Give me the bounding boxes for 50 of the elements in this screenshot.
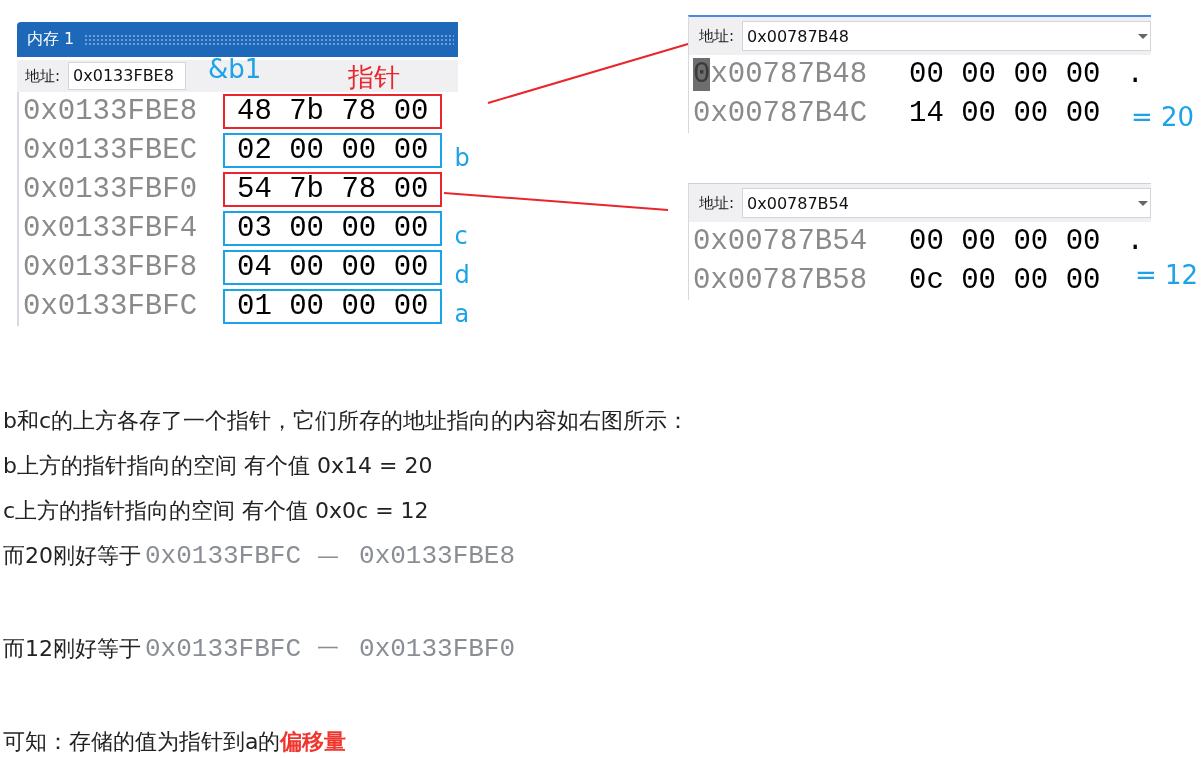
memory-bytes: 00 00 00 00 [909,225,1101,258]
variable-label: c [454,221,468,250]
address-label: 地址: [25,66,61,86]
memory-address: 0x0133FBE8 [23,95,199,128]
dropdown-caret-icon[interactable] [1138,200,1148,206]
memory-bytes: 03 00 00 00 [223,211,443,246]
memory-address: 0x0133FBF0 [23,173,199,206]
variable-label: d [454,260,470,289]
address-field[interactable]: 0x00787B54 [742,188,1151,218]
code-address: 0x0133FBE8 [359,540,516,571]
paragraph-text: b上方的指针指向的空间 有个值 0x14 = 20 [3,451,433,480]
variable-label: a [454,299,470,328]
paragraph-text: 而20刚好等于 [3,541,141,570]
annotation-label: 指针 [348,64,400,90]
address-label: 地址: [699,193,735,213]
variable-label: b [454,143,470,172]
memory-address: 0x0133FBF8 [23,251,199,284]
ascii-column: . [1126,58,1144,91]
memory-address: 0x0133FBF4 [23,212,199,245]
paragraph-text: 可知：存储的值为指针到a的偏移量 [3,727,347,756]
memory-address: 0x00787B54 [693,225,869,258]
annotation-label: &b1 [208,56,262,82]
dropdown-caret-icon[interactable] [1138,33,1148,39]
window-title: 内存 1 [26,29,76,50]
memory-bytes: 54 7b 78 00 [223,172,443,207]
code-address: 0x0133FBFC [145,540,302,571]
memory-address: 0x00787B58 [693,264,869,297]
code-address: 0x0133FBF0 [359,633,516,664]
address-label: 地址: [699,26,735,46]
value-note: = 20 [1131,102,1195,132]
minus-sign: — [317,543,340,568]
memory-bytes: 01 00 00 00 [223,289,443,324]
memory-bytes: 00 00 00 00 [909,58,1101,91]
ascii-column: . [1126,225,1144,258]
value-note: = 12 [1135,260,1199,290]
paragraph-text: b和c的上方各存了一个指针，它们所存的地址指向的内容如右图所示： [3,406,690,435]
paragraph-text: c上方的指针指向的空间 有个值 0x0c = 12 [3,496,429,525]
memory-address: 0x0133FBEC [23,134,199,167]
memory-bytes: 02 00 00 00 [223,133,443,168]
memory-address: 0x00787B4C [693,97,869,130]
memory-bytes: 48 7b 78 00 [223,94,443,129]
paragraph-text: 而12刚好等于 [3,634,141,663]
minus-sign: 一 [317,634,340,663]
memory-bytes: 04 00 00 00 [223,250,443,285]
memory-bytes: 14 00 00 00 [909,97,1101,130]
code-address: 0x0133FBFC [145,633,302,664]
memory-bytes: 0c 00 00 00 [909,264,1101,297]
memory-address: 0x0133FBFC [23,290,199,323]
address-field[interactable]: 0x0133FBE8 [68,62,187,90]
address-field[interactable]: 0x00787B48 [742,21,1151,51]
